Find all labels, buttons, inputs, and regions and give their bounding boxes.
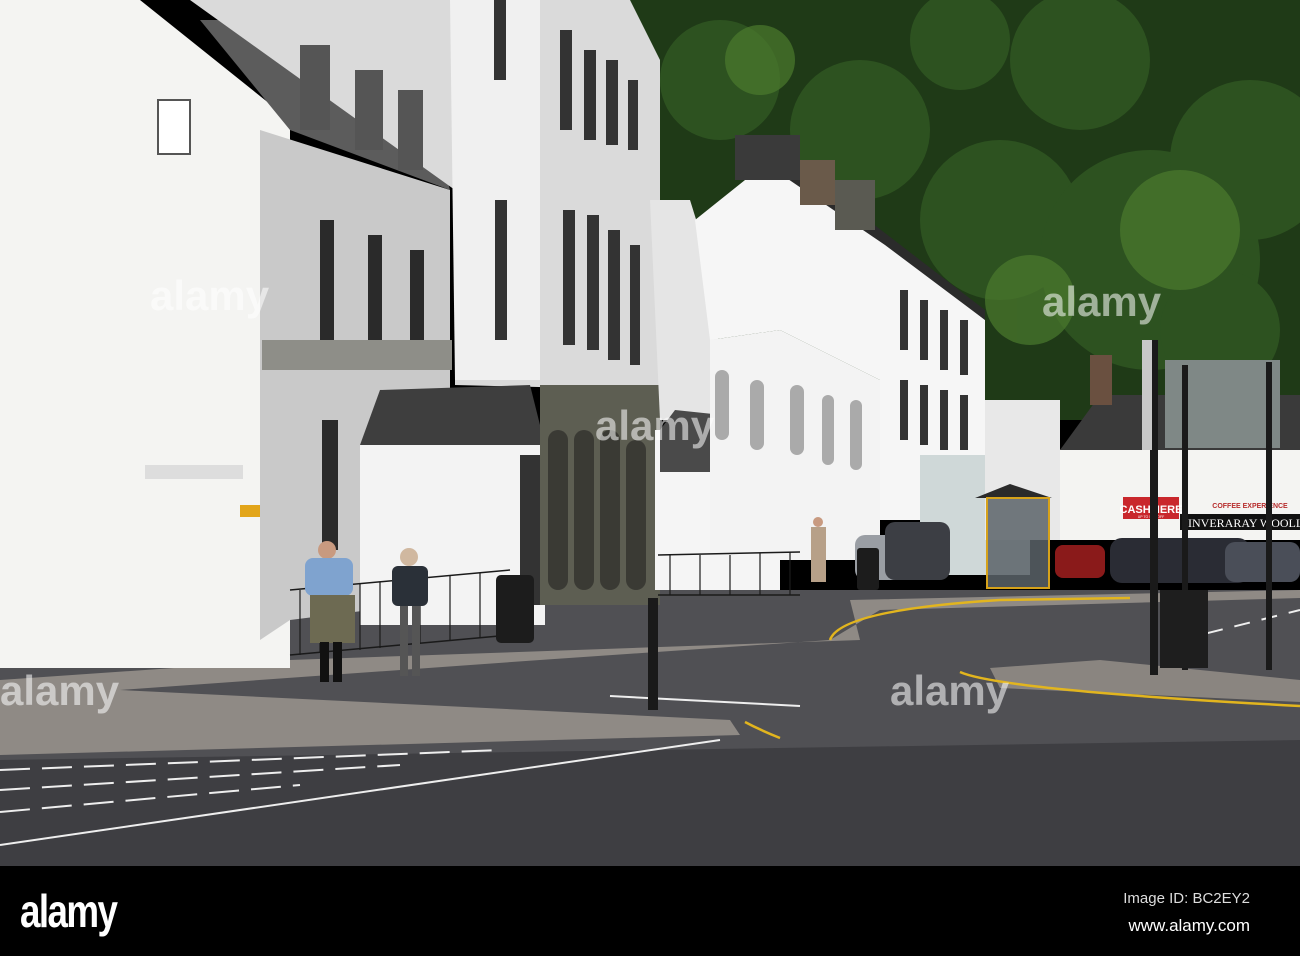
site-url[interactable]: www.alamy.com xyxy=(1128,916,1250,936)
road-shadow xyxy=(0,740,1300,866)
building-left xyxy=(0,0,290,668)
coffee-sign: COFFEE EXPERIENCE xyxy=(1212,503,1288,510)
alamy-logo[interactable]: alamy xyxy=(20,884,118,938)
street-photo: CASHMERE UP TO 50% OFF COFFEE EXPERIENCE… xyxy=(0,0,1300,866)
litter-bin xyxy=(496,575,534,643)
litter-bin xyxy=(857,548,879,590)
woollen-mill-sign: INVERARAY WOOLLEN xyxy=(1188,516,1300,530)
watermark: alamy xyxy=(0,667,120,714)
watermark: alamy xyxy=(595,402,715,449)
window xyxy=(157,99,191,155)
watermark: alamy xyxy=(150,272,270,319)
yellow-sign xyxy=(240,505,262,517)
footer-bar: alamy Image ID: BC2EY2 www.alamy.com xyxy=(0,866,1300,956)
bus-shelter xyxy=(975,484,1052,589)
watermark: alamy xyxy=(1042,278,1162,325)
watermark: alamy xyxy=(890,667,1010,714)
bollard xyxy=(648,598,658,710)
image-id: Image ID: BC2EY2 xyxy=(1123,890,1250,907)
